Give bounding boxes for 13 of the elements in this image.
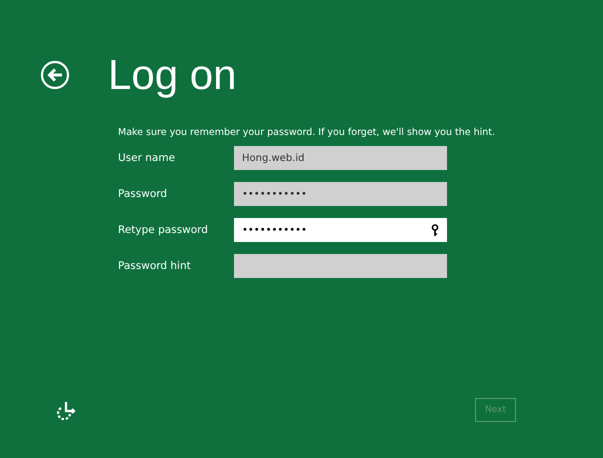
- ease-of-access-icon[interactable]: [56, 400, 76, 420]
- input-field[interactable]: [234, 254, 447, 278]
- field-label: User name: [118, 152, 176, 164]
- field-label: Password hint: [118, 260, 192, 272]
- back-icon[interactable]: [40, 60, 70, 90]
- field-label: Retype password: [118, 224, 209, 236]
- input-field[interactable]: Hong.web.id: [234, 146, 447, 170]
- instruction-text: Make sure you remember your password. If you forget, we'll show you the hint.: [118, 127, 496, 138]
- field-label: Password: [118, 188, 168, 200]
- input-field[interactable]: •••••••••••: [234, 218, 447, 242]
- page-title: Log on: [108, 50, 236, 100]
- input-field[interactable]: •••••••••••: [234, 182, 447, 206]
- key-icon[interactable]: [431, 224, 439, 236]
